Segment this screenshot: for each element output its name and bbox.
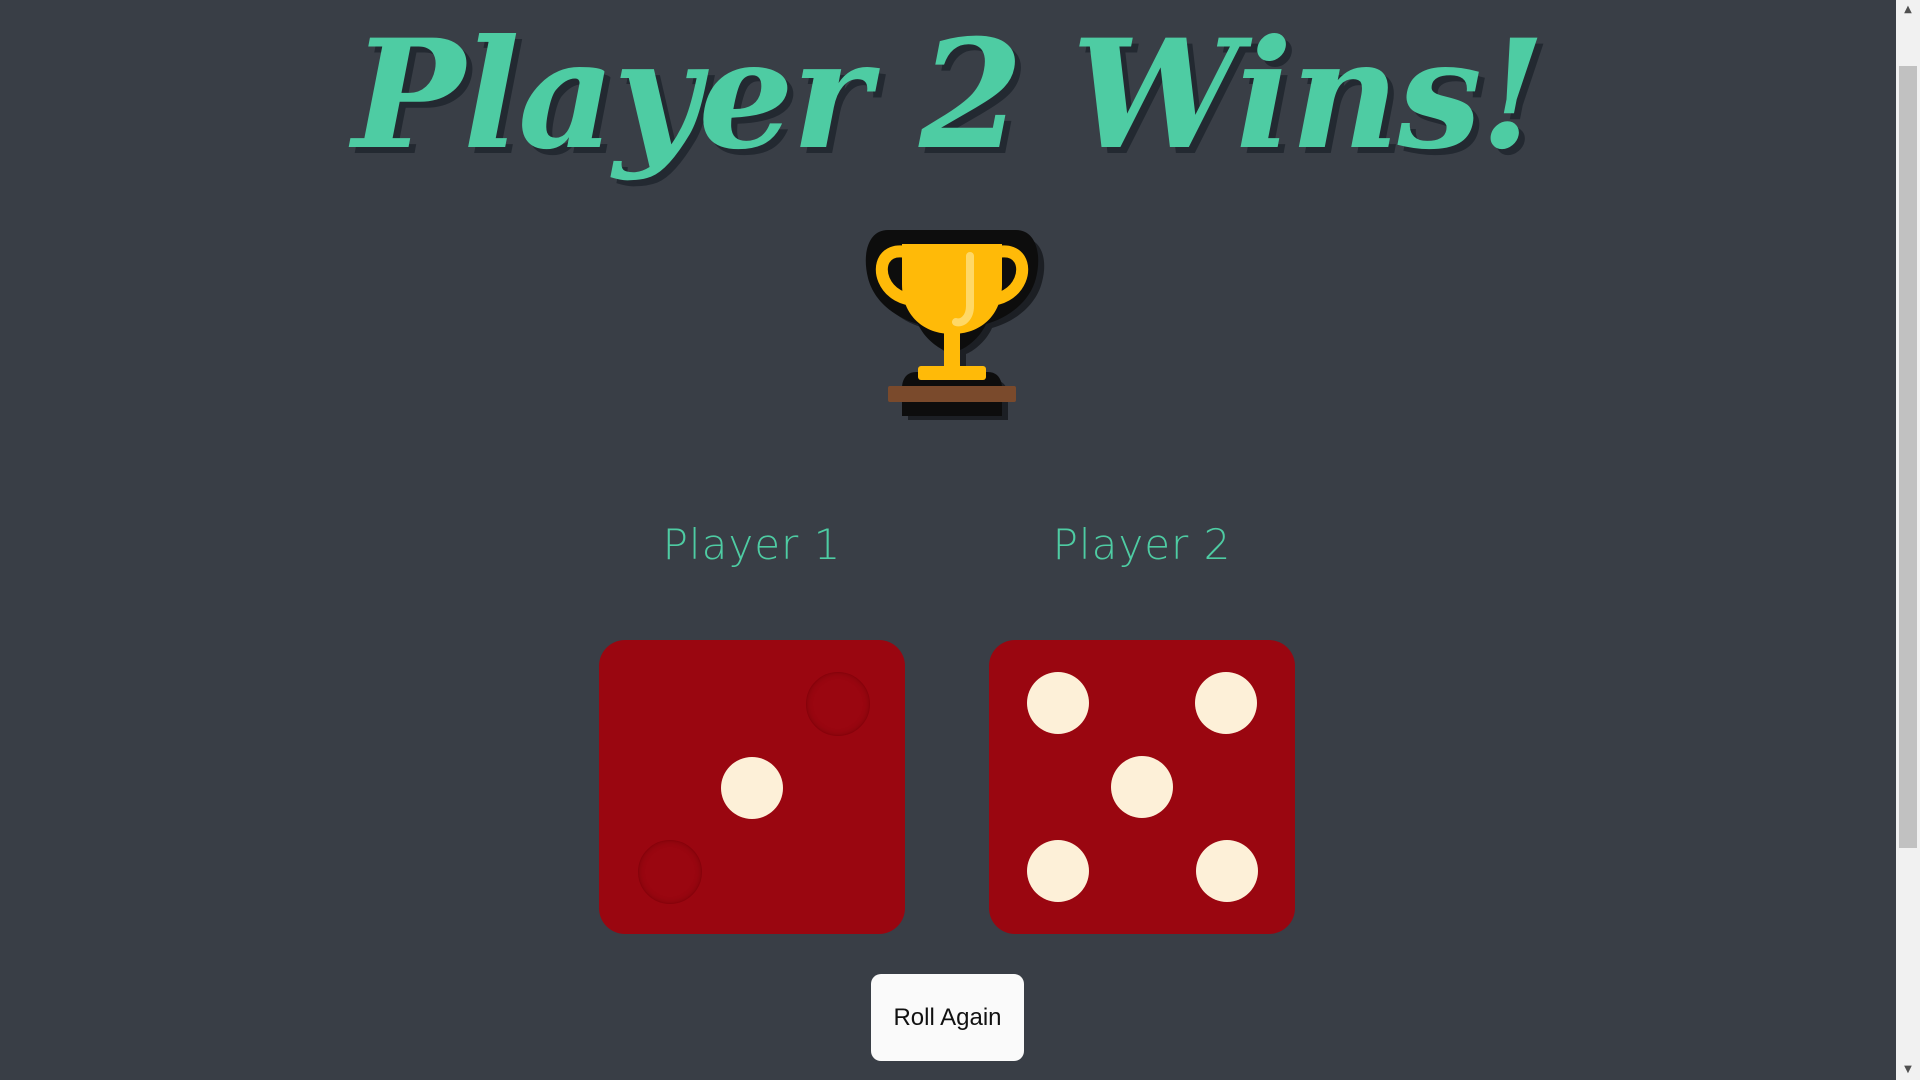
- die-pip: [1196, 840, 1258, 902]
- player-2-label: Player 2: [1052, 520, 1232, 569]
- player-2-die: [989, 640, 1295, 934]
- scroll-down-arrow-icon[interactable]: ▼: [1896, 1060, 1920, 1080]
- scrollbar-thumb[interactable]: [1899, 66, 1917, 848]
- die-pip: [1195, 672, 1257, 734]
- die-pip: [1027, 672, 1089, 734]
- die-pip: [1027, 840, 1089, 902]
- die-pip: [1111, 756, 1173, 818]
- die-pip-faint: [638, 840, 702, 904]
- trophy-icon: [865, 230, 1045, 420]
- winner-title: Player 2 Wins!: [352, 7, 1546, 183]
- player-1-label: Player 1: [662, 520, 842, 569]
- scroll-up-arrow-icon[interactable]: ▲: [1896, 0, 1920, 20]
- die-pip-faint: [806, 672, 870, 736]
- game-page: Player 2 Wins! Player 1 Player 2 Roll Ag…: [0, 0, 1896, 1080]
- roll-again-button[interactable]: Roll Again: [871, 974, 1024, 1061]
- die-pip: [721, 757, 783, 819]
- player-1-die: [599, 640, 905, 934]
